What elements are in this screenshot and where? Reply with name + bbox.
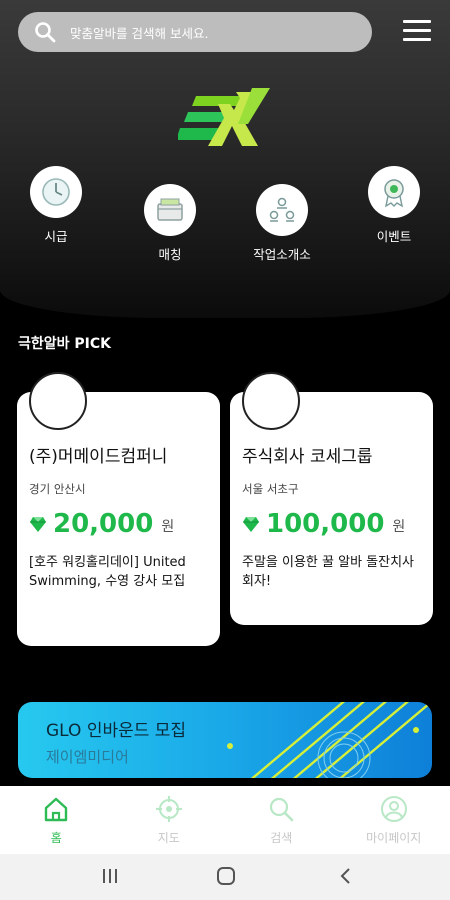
search-icon — [35, 22, 56, 43]
company-name: 주식회사 코세그룹 — [242, 447, 373, 467]
job-location: 서울 서초구 — [242, 482, 299, 496]
job-pay: 20,000 원 — [29, 509, 208, 539]
tab-label: 마이페이지 — [366, 831, 422, 845]
category-label: 이벤트 — [376, 229, 412, 244]
pay-amount: 20,000 — [53, 509, 154, 539]
medal-icon — [384, 179, 404, 208]
category-hourly[interactable]: 시급 — [11, 166, 101, 245]
app-logo — [178, 88, 270, 146]
pay-unit: 원 — [161, 519, 175, 535]
category-job-agency[interactable]: 작업소개소 — [237, 184, 327, 263]
recent-apps-icon[interactable] — [100, 866, 120, 886]
job-pay: 100,000 원 — [242, 509, 421, 539]
job-card[interactable]: 주식회사 코세그룹 서울 서초구 100,000 원 주말을 이용한 꿀 알바 … — [230, 372, 433, 625]
search-bar[interactable]: 맞춤알바를 검색해 보세요. — [18, 12, 372, 52]
category-label: 작업소개소 — [253, 247, 311, 262]
tab-label: 검색 — [270, 831, 293, 845]
profile-icon — [380, 796, 407, 822]
job-location: 경기 안산시 — [29, 482, 86, 496]
tab-label: 지도 — [157, 831, 180, 845]
category-icon-circle — [30, 166, 82, 218]
job-card[interactable]: (주)머메이드컴퍼니 경기 안산시 20,000 원 [호주 워킹홀리데이] U… — [17, 372, 220, 646]
back-icon[interactable] — [336, 866, 356, 886]
home-icon — [45, 797, 68, 822]
tab-label: 홈 — [50, 831, 62, 845]
banner-subtitle: 제이엠미디어 — [46, 748, 129, 766]
bottom-tab-bar: 홈 지도 검색 마이페이지 — [0, 786, 450, 854]
category-icon-circle — [256, 184, 308, 236]
category-label: 시급 — [44, 229, 68, 244]
people-icon — [269, 197, 295, 222]
home-nav-icon[interactable] — [216, 866, 236, 886]
tab-search[interactable]: 검색 — [225, 786, 338, 854]
category-matching[interactable]: 매칭 — [125, 184, 215, 263]
gem-icon — [30, 517, 46, 532]
section-title: 극한알바 PICK — [18, 336, 111, 352]
company-name: (주)머메이드컴퍼니 — [29, 447, 168, 467]
search-icon — [270, 797, 294, 822]
category-event[interactable]: 이벤트 — [349, 166, 439, 245]
clock-icon — [42, 178, 70, 206]
category-icon-circle — [368, 166, 420, 218]
job-description: [호주 워킹홀리데이] United Swimming, 수영 강사 모집 — [29, 555, 186, 589]
gem-icon — [243, 517, 259, 532]
tab-map[interactable]: 지도 — [113, 786, 226, 854]
tab-home[interactable]: 홈 — [0, 786, 113, 854]
hamburger-menu-icon[interactable] — [403, 20, 431, 44]
search-placeholder: 맞춤알바를 검색해 보세요. — [70, 25, 209, 41]
company-avatar — [242, 372, 300, 430]
system-nav-bar — [0, 854, 450, 900]
company-avatar — [29, 372, 87, 430]
tab-mypage[interactable]: 마이페이지 — [338, 786, 450, 854]
job-description: 주말을 이용한 꿀 알바 돌잔치사회자! — [242, 555, 415, 589]
pay-amount: 100,000 — [266, 509, 385, 539]
category-label: 매칭 — [158, 247, 182, 262]
banner-title: GLO 인바운드 모집 — [46, 721, 187, 741]
pay-unit: 원 — [392, 519, 406, 535]
promo-banner[interactable]: GLO 인바운드 모집 제이엠미디어 — [18, 702, 432, 778]
wallet-icon — [157, 198, 183, 221]
map-target-icon — [155, 796, 182, 822]
category-icon-circle — [144, 184, 196, 236]
